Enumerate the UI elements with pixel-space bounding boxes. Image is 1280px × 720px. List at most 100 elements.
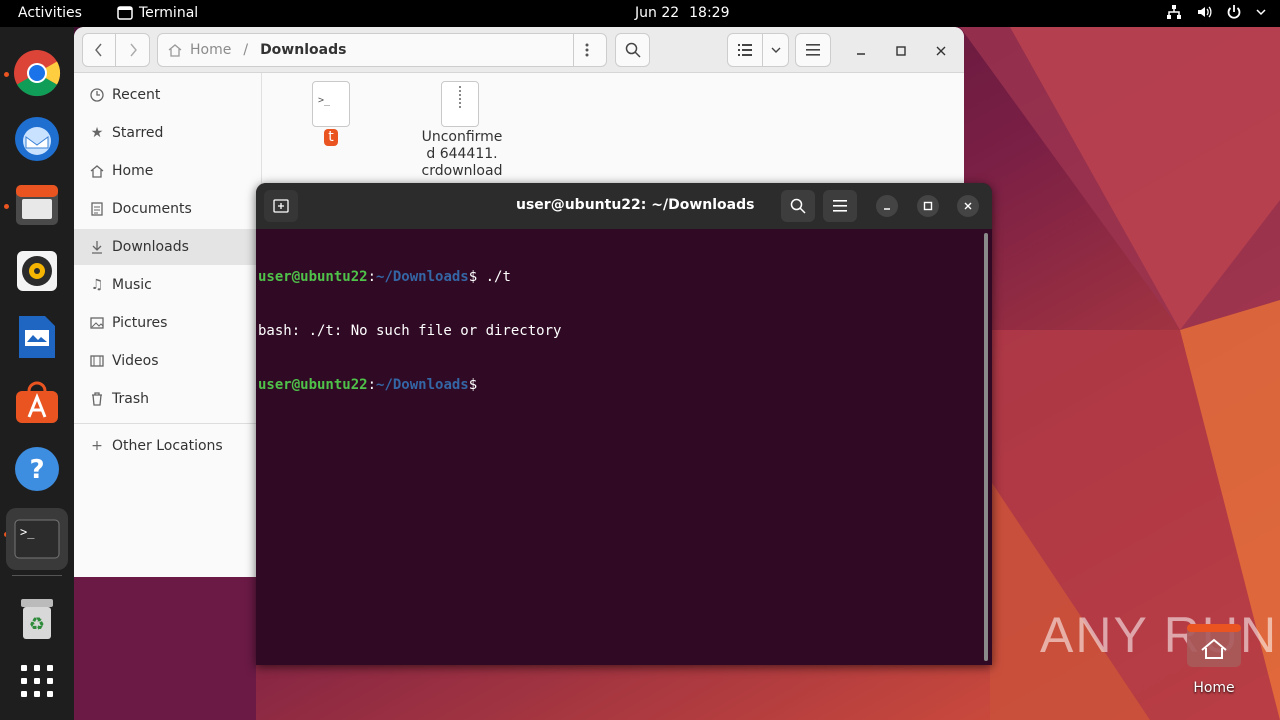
- dock-writer[interactable]: [11, 311, 63, 363]
- desktop-home-label: Home: [1193, 680, 1235, 696]
- file-name: Unconfirme d 644411. crdownload: [421, 129, 503, 179]
- sidebar-item-label: Downloads: [112, 239, 189, 255]
- dock: ? >_ ♻: [0, 27, 74, 720]
- desktop-home-icon[interactable]: Home: [1186, 620, 1242, 696]
- archive-file-icon: [441, 81, 479, 127]
- minimize-icon: [884, 208, 890, 210]
- trash-icon: [87, 392, 107, 406]
- minimize-button[interactable]: [851, 41, 871, 61]
- dock-thunderbird[interactable]: [11, 113, 63, 165]
- sidebar-item-documents[interactable]: Documents: [74, 191, 262, 227]
- path-home[interactable]: Home: [190, 42, 231, 58]
- search-icon: [790, 198, 806, 214]
- close-button[interactable]: [931, 41, 951, 61]
- maximize-button[interactable]: [891, 41, 911, 61]
- dock-separator: [12, 575, 62, 576]
- files-header-bar: Home / Downloads: [74, 27, 964, 73]
- svg-text:♻: ♻: [29, 614, 45, 635]
- svg-text:?: ?: [29, 455, 44, 485]
- show-apps-icon: [21, 665, 53, 697]
- main-menu-button[interactable]: [795, 33, 831, 67]
- hamburger-menu-icon: [806, 44, 820, 56]
- sidebar-item-label: Documents: [112, 201, 192, 217]
- sidebar-item-other-locations[interactable]: + Other Locations: [74, 428, 262, 464]
- running-indicator: [4, 72, 9, 77]
- sidebar-item-recent[interactable]: Recent: [74, 77, 262, 113]
- new-tab-icon: [273, 199, 289, 213]
- sidebar-item-label: Videos: [112, 353, 159, 369]
- search-button[interactable]: [615, 33, 650, 67]
- sidebar-item-label: Other Locations: [112, 438, 223, 454]
- path-current[interactable]: Downloads: [260, 42, 346, 58]
- dock-terminal[interactable]: >_: [6, 508, 68, 570]
- selected-file-name: t: [324, 129, 338, 146]
- dock-files[interactable]: [11, 179, 63, 231]
- dock-app-center[interactable]: [11, 377, 63, 429]
- terminal-maximize-button[interactable]: [917, 195, 939, 217]
- terminal-close-button[interactable]: [957, 195, 979, 217]
- view-list-button[interactable]: [727, 33, 763, 67]
- terminal-scrollbar[interactable]: [984, 233, 988, 661]
- search-icon: [625, 42, 641, 58]
- sidebar-item-music[interactable]: ♫ Music: [74, 267, 262, 303]
- music-icon: ♫: [90, 277, 104, 293]
- chrome-icon: [14, 50, 61, 97]
- sidebar-item-starred[interactable]: ★ Starred: [74, 115, 262, 151]
- app-name: Terminal: [139, 5, 199, 21]
- view-options-button[interactable]: [762, 33, 789, 67]
- hamburger-menu-icon: [833, 200, 847, 212]
- terminal-menu-button[interactable]: [823, 190, 857, 222]
- dock-help[interactable]: ?: [11, 443, 63, 495]
- terminal-app-icon: [117, 6, 133, 20]
- back-button[interactable]: [82, 33, 116, 67]
- new-tab-button[interactable]: [264, 190, 298, 222]
- home-icon: [87, 164, 107, 178]
- libreoffice-writer-icon: [19, 316, 55, 358]
- terminal-header-bar: user@ubuntu22: ~/Downloads: [256, 183, 992, 229]
- forward-button[interactable]: [115, 33, 150, 67]
- sidebar-item-trash[interactable]: Trash: [74, 381, 262, 417]
- document-icon: [87, 202, 107, 216]
- minimize-icon: [857, 53, 865, 55]
- system-tray[interactable]: [1166, 4, 1266, 20]
- sidebar-item-label: Home: [112, 163, 154, 179]
- sidebar-item-label: Starred: [112, 125, 164, 141]
- dock-show-apps[interactable]: [11, 655, 63, 707]
- plus-icon: +: [91, 438, 103, 454]
- picture-icon: [87, 317, 107, 329]
- sidebar-item-pictures[interactable]: Pictures: [74, 305, 262, 341]
- sidebar-item-videos[interactable]: Videos: [74, 343, 262, 379]
- network-icon: [1167, 5, 1181, 19]
- sidebar-item-downloads[interactable]: Downloads: [74, 229, 262, 265]
- maximize-icon: [896, 46, 906, 56]
- terminal-search-button[interactable]: [781, 190, 815, 222]
- terminal-line: bash: ./t: No such file or directory: [258, 323, 562, 339]
- terminal-output[interactable]: user@ubuntu22:~/Downloads$ ./t bash: ./t…: [258, 232, 561, 430]
- dock-chrome[interactable]: [11, 47, 63, 99]
- power-icon: [1227, 5, 1241, 19]
- dock-trash[interactable]: ♻: [11, 593, 63, 645]
- terminal-minimize-button[interactable]: [876, 195, 898, 217]
- terminal-line: user@ubuntu22:~/Downloads$: [258, 377, 478, 393]
- files-sidebar: Recent ★ Starred Home Documents Download…: [74, 73, 262, 577]
- app-menu[interactable]: Terminal: [117, 5, 198, 21]
- home-folder-icon: [1187, 624, 1241, 667]
- maximize-icon: [923, 201, 933, 211]
- sidebar-item-label: Recent: [112, 87, 161, 103]
- clock[interactable]: Jun 22 18:29: [635, 5, 730, 21]
- dock-rhythmbox[interactable]: [11, 245, 63, 297]
- clock-icon: [87, 88, 107, 102]
- chevron-right-icon: [129, 43, 137, 57]
- more-vertical-icon[interactable]: [585, 43, 589, 57]
- path-bar[interactable]: Home / Downloads: [157, 33, 607, 67]
- close-icon: [964, 202, 972, 210]
- clock-date: Jun 22: [635, 5, 680, 21]
- sidebar-item-home[interactable]: Home: [74, 153, 262, 189]
- chevron-left-icon: [95, 43, 102, 57]
- star-icon: ★: [90, 125, 104, 141]
- sidebar-item-label: Music: [112, 277, 152, 293]
- activities-button[interactable]: Activities: [18, 5, 82, 21]
- sidebar-item-label: Trash: [112, 391, 149, 407]
- svg-text:>_: >_: [20, 525, 35, 539]
- running-indicator: [4, 204, 9, 209]
